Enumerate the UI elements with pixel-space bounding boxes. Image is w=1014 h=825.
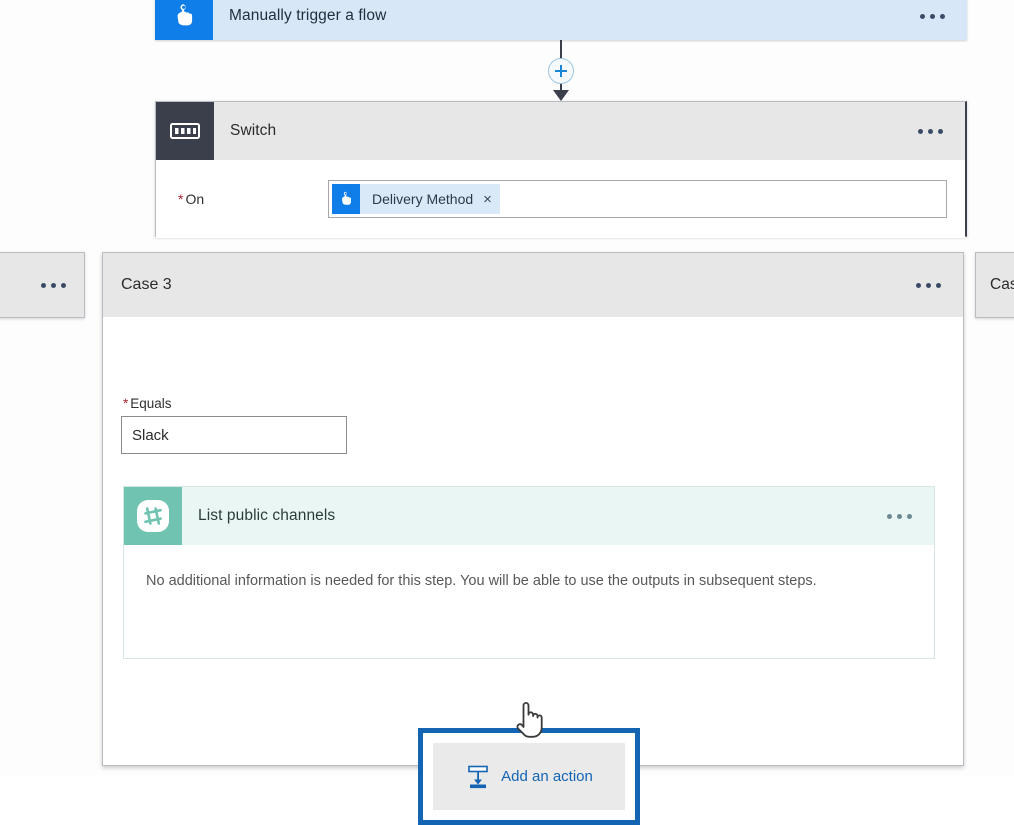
flow-designer-canvas: Manually trigger a flow Switch * On Deli… [0,0,1014,825]
dot [940,13,945,19]
case-card-next-title: Cas [990,276,1014,293]
action-card-list-public-channels[interactable]: List public channels No additional infor… [123,486,935,659]
add-action-highlight: Add an action [418,728,640,825]
dot [930,13,935,19]
case-title: Case 3 [121,276,172,293]
slack-icon [124,487,182,545]
equals-label: * Equals [123,396,172,411]
case-card-header: Case 3 [103,253,963,317]
case-card-next[interactable]: Cas [975,252,1014,318]
dynamic-content-token[interactable]: Delivery Method × [332,184,500,214]
dot [928,128,933,134]
dot [51,282,56,288]
dot [41,282,46,288]
action-more-options-button[interactable] [887,513,912,519]
equals-label-text: Equals [130,396,172,411]
equals-input[interactable] [121,416,347,454]
switch-on-label: * On [178,191,328,207]
dot [918,128,923,134]
dot [926,282,931,288]
trigger-card[interactable]: Manually trigger a flow [155,0,967,40]
switch-on-input[interactable]: Delivery Method × [328,180,947,218]
case-card-next-header: Cas [976,253,1014,317]
dot [61,282,66,288]
case-previous-more-options-button[interactable] [41,282,66,288]
plus-icon[interactable] [548,58,574,84]
required-marker: * [123,396,129,411]
dot [936,282,941,288]
dot [916,282,921,288]
dot [887,513,892,519]
switch-card[interactable]: Switch * On Delivery Method × [155,101,967,238]
add-an-action-button[interactable]: Add an action [433,743,625,810]
case-card-body: * Equals Slack List public channels No a… [103,317,963,825]
insert-below-icon [465,764,491,790]
dot [920,13,925,19]
case-card-previous-header [0,253,84,317]
switch-icon [156,102,214,160]
connector-trigger-to-switch [548,40,574,101]
switch-card-body: * On Delivery Method × [156,160,965,238]
case-card-previous[interactable] [0,252,85,318]
switch-title: Switch [230,122,277,139]
hand-tap-icon [155,0,213,40]
required-marker: * [178,191,184,207]
switch-on-label-text: On [185,191,205,207]
trigger-more-options-button[interactable] [920,13,945,19]
hand-tap-icon [332,184,360,214]
switch-card-header: Switch [156,102,965,160]
token-label: Delivery Method [372,191,474,207]
case-card[interactable]: Case 3 * Equals Slack List public channe… [102,252,964,825]
trigger-card-header: Manually trigger a flow [155,0,967,40]
dot [897,513,902,519]
dot [907,513,912,519]
dot [938,128,943,134]
trigger-title: Manually trigger a flow [229,7,387,24]
arrow-down-icon [553,90,569,101]
add-an-action-label: Add an action [501,768,593,785]
case-more-options-button[interactable] [916,282,941,288]
switch-more-options-button[interactable] [918,128,943,134]
action-description: No additional information is needed for … [146,573,817,589]
close-icon[interactable]: × [483,192,492,207]
action-card-header: List public channels [124,487,934,545]
action-title: List public channels [198,507,336,524]
